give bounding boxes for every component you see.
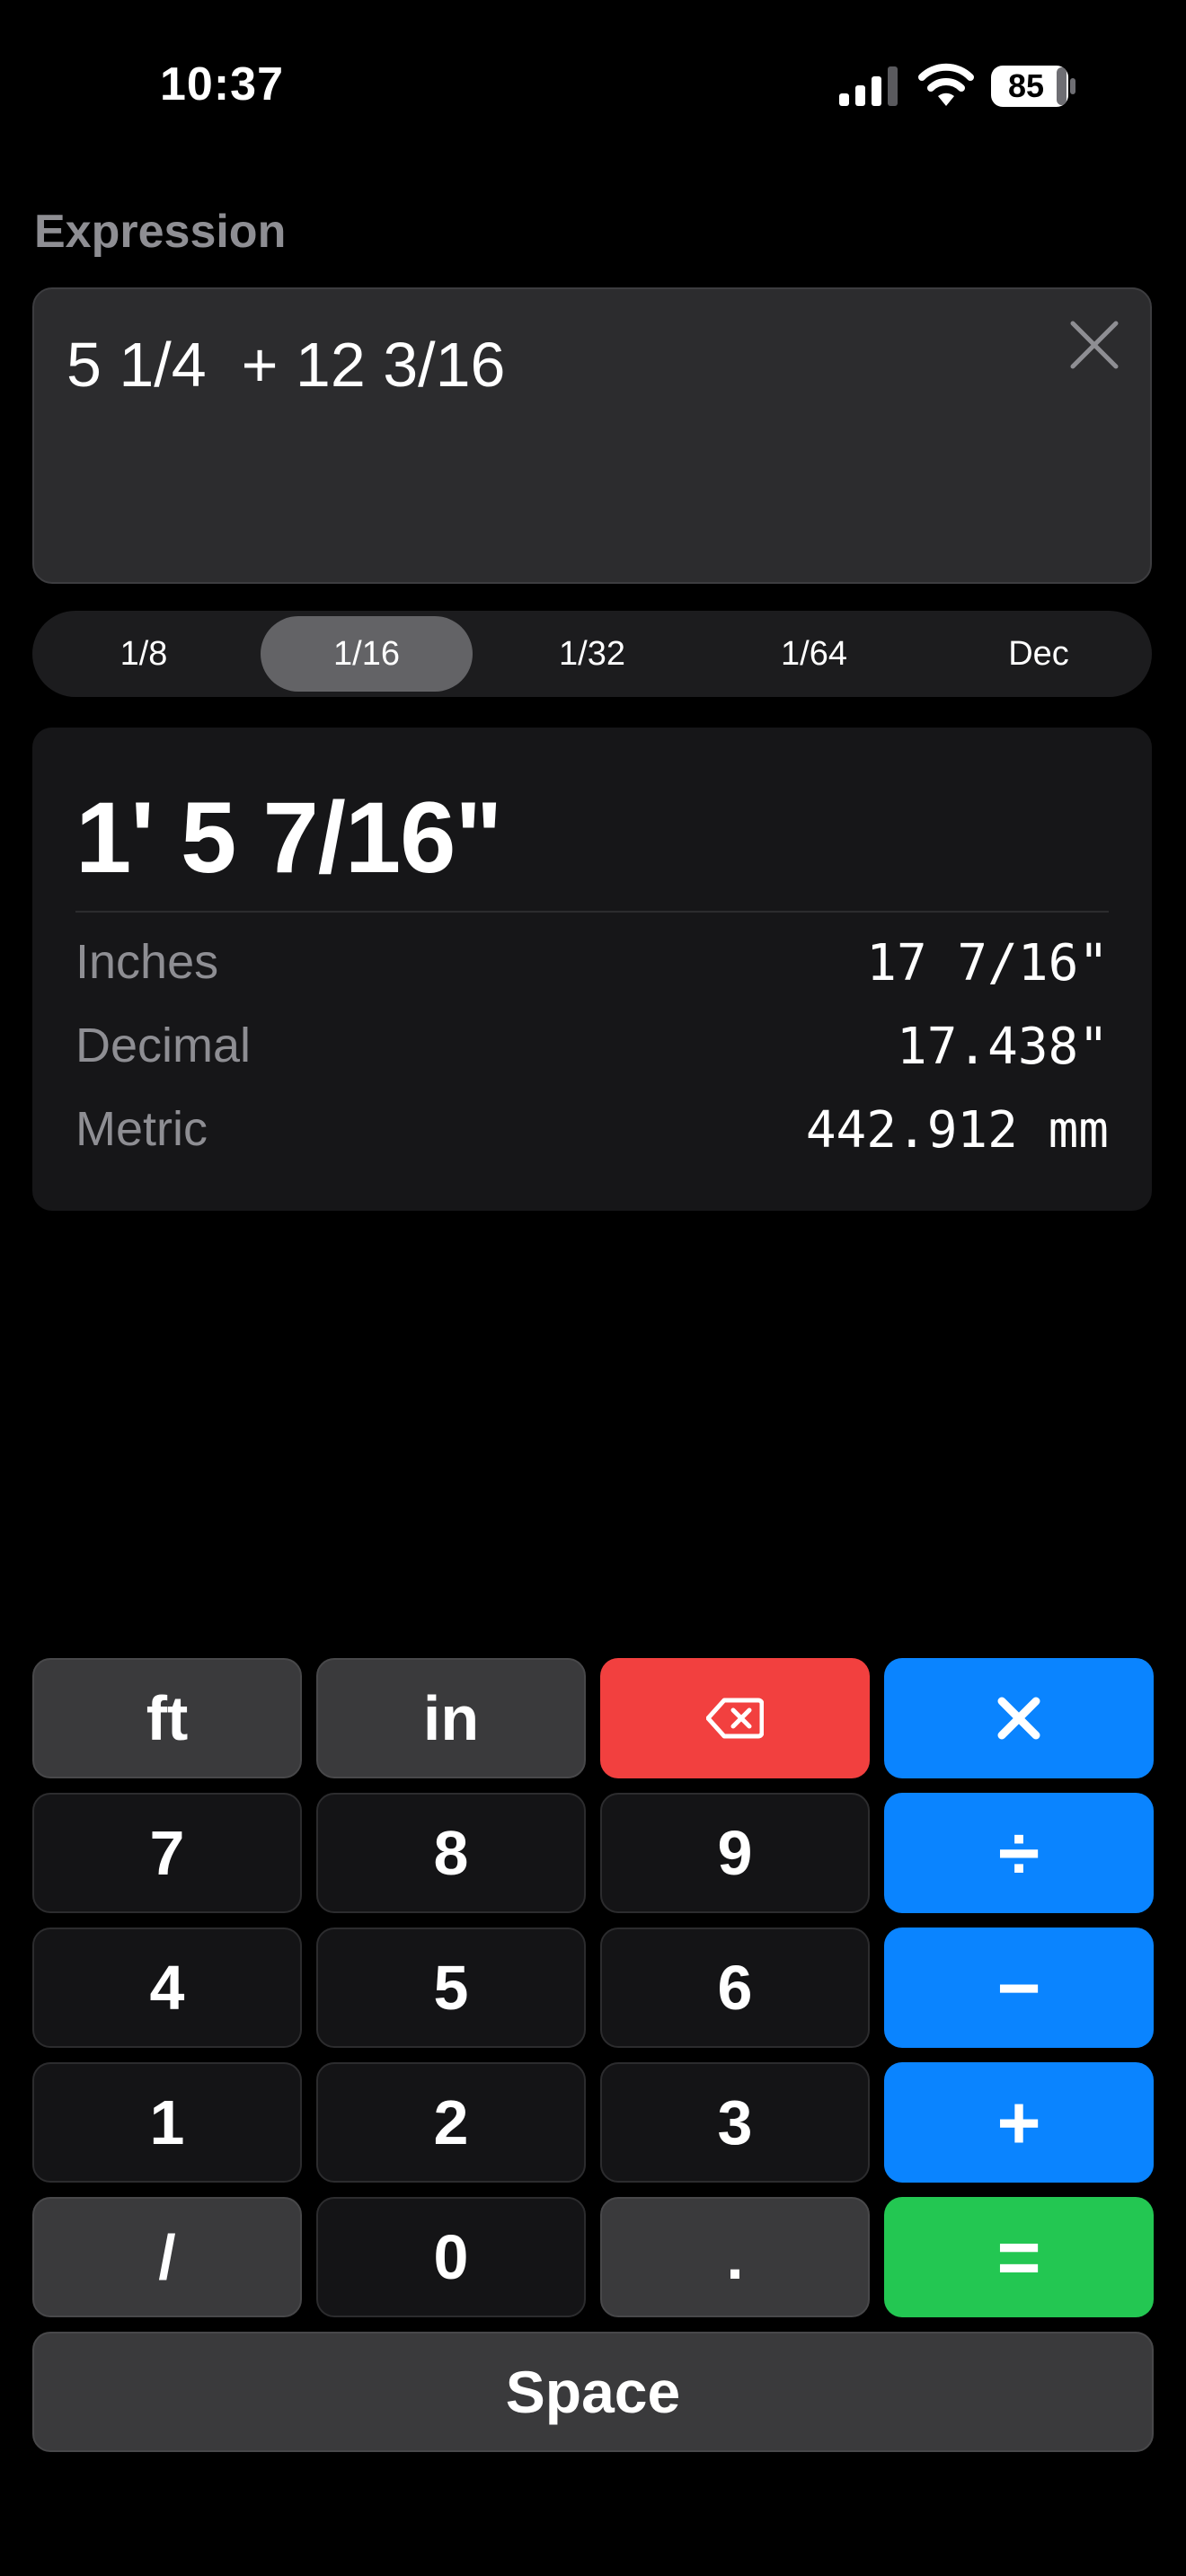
precision-selector: 1/8 1/16 1/32 1/64 Dec <box>32 611 1152 697</box>
result-row-inches: Inches 17 7/16" <box>75 934 1109 997</box>
status-time: 10:37 <box>160 58 284 110</box>
result-row-label: Decimal <box>75 1019 252 1072</box>
wifi-icon <box>918 63 974 106</box>
digit-6-key[interactable]: 6 <box>600 1928 870 2048</box>
result-divider <box>75 911 1109 913</box>
result-row-decimal: Decimal 17.438" <box>75 1018 1109 1081</box>
feet-key[interactable]: ft <box>32 1658 302 1778</box>
digit-1-key[interactable]: 1 <box>32 2062 302 2183</box>
battery-level: 85 <box>1007 67 1045 104</box>
digit-9-key[interactable]: 9 <box>600 1793 870 1913</box>
digit-7-key[interactable]: 7 <box>32 1793 302 1913</box>
cellular-signal-icon <box>839 66 898 106</box>
plus-key[interactable]: + <box>884 2062 1154 2183</box>
digit-8-key[interactable]: 8 <box>316 1793 586 1913</box>
multiply-key[interactable] <box>884 1658 1154 1778</box>
space-key[interactable]: Space <box>32 2332 1154 2452</box>
multiply-icon <box>997 1697 1040 1740</box>
precision-option-1-8[interactable]: 1/8 <box>38 616 250 692</box>
battery-indicator: 85 <box>990 65 1076 108</box>
backspace-key[interactable] <box>600 1658 870 1778</box>
precision-option-dec[interactable]: Dec <box>933 616 1145 692</box>
close-icon <box>1070 321 1119 369</box>
clear-expression-button[interactable] <box>1066 316 1123 374</box>
digit-3-key[interactable]: 3 <box>600 2062 870 2183</box>
digit-2-key[interactable]: 2 <box>316 2062 586 2183</box>
result-row-value: 17 7/16" <box>866 934 1109 992</box>
inches-key[interactable]: in <box>316 1658 586 1778</box>
result-row-label: Inches <box>75 935 219 989</box>
expression-field[interactable]: 5 1/4 + 12 3/16 <box>32 287 1152 584</box>
equals-key[interactable]: = <box>884 2197 1154 2317</box>
result-row-value: 17.438" <box>896 1018 1109 1076</box>
result-row-metric: Metric 442.912 mm <box>75 1101 1109 1164</box>
expression-text: 5 1/4 + 12 3/16 <box>66 330 506 400</box>
result-row-label: Metric <box>75 1102 208 1156</box>
digit-4-key[interactable]: 4 <box>32 1928 302 2048</box>
status-bar: 10:37 85 <box>0 0 1186 171</box>
result-card: 1' 5 7/16" Inches 17 7/16" Decimal 17.43… <box>32 728 1152 1211</box>
precision-option-1-64[interactable]: 1/64 <box>708 616 920 692</box>
result-main-value: 1' 5 7/16" <box>75 781 503 894</box>
precision-option-1-32[interactable]: 1/32 <box>486 616 698 692</box>
fraction-slash-key[interactable]: / <box>32 2197 302 2317</box>
backspace-icon <box>706 1698 764 1739</box>
expression-label: Expression <box>34 206 287 258</box>
digit-5-key[interactable]: 5 <box>316 1928 586 2048</box>
result-row-value: 442.912 mm <box>805 1101 1109 1160</box>
decimal-point-key[interactable]: . <box>600 2197 870 2317</box>
minus-key[interactable]: − <box>884 1928 1154 2048</box>
divide-key[interactable]: ÷ <box>884 1793 1154 1913</box>
precision-option-1-16[interactable]: 1/16 <box>261 616 473 692</box>
digit-0-key[interactable]: 0 <box>316 2197 586 2317</box>
